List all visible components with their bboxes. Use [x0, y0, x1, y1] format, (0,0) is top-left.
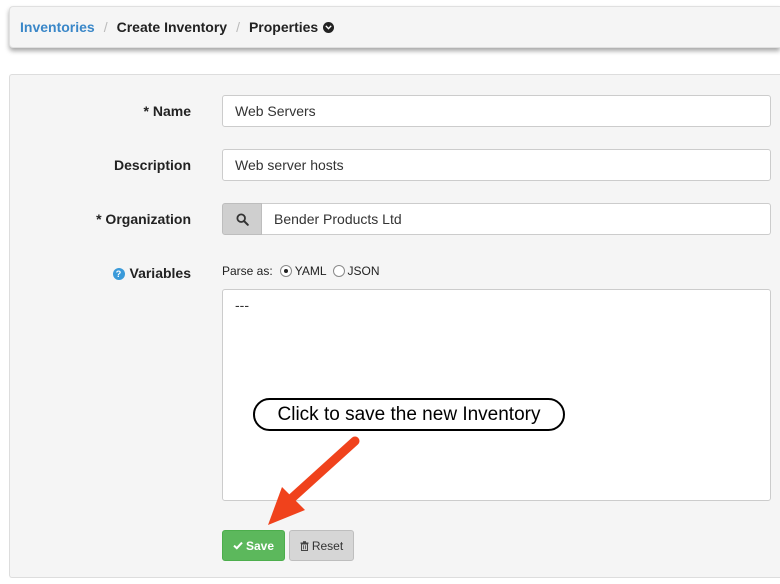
check-icon — [233, 541, 243, 550]
inventory-form: * Name Web Servers Description Web serve… — [9, 74, 780, 578]
breadcrumb-inventories-link[interactable]: Inventories — [20, 19, 95, 35]
breadcrumb: Inventories / Create Inventory / Propert… — [9, 6, 780, 48]
variables-textarea[interactable]: --- — [222, 289, 771, 501]
parse-as-group: Parse as: YAML JSON — [222, 264, 380, 278]
breadcrumb-separator: / — [236, 19, 240, 35]
breadcrumb-separator: / — [103, 19, 108, 35]
organization-lookup-button[interactable] — [222, 203, 262, 235]
search-icon — [235, 212, 249, 226]
yaml-radio[interactable] — [279, 265, 292, 277]
annotation-callout-text: Click to save the new Inventory — [277, 403, 541, 425]
variables-textarea-value: --- — [235, 297, 249, 313]
chevron-down-icon[interactable] — [323, 21, 335, 33]
name-input-value: Web Servers — [235, 103, 316, 119]
parse-as-label: Parse as: — [222, 264, 273, 278]
save-button[interactable]: Save — [222, 530, 285, 561]
name-input[interactable]: Web Servers — [222, 95, 771, 127]
save-button-label: Save — [245, 538, 275, 553]
description-label: Description — [113, 157, 191, 173]
page: Inventories / Create Inventory / Propert… — [0, 0, 780, 584]
yaml-radio-label[interactable]: YAML — [295, 264, 327, 278]
trash-icon — [300, 540, 309, 551]
breadcrumb-create-inventory: Create Inventory — [116, 19, 228, 35]
variables-label-group: ? Variables — [112, 265, 192, 281]
description-input[interactable]: Web server hosts — [222, 149, 771, 181]
json-radio-label[interactable]: JSON — [348, 264, 380, 278]
name-label: * Name — [143, 103, 191, 119]
variables-label: Variables — [129, 265, 192, 281]
json-radio[interactable] — [332, 265, 345, 277]
description-input-value: Web server hosts — [235, 157, 344, 173]
question-circle-icon[interactable]: ? — [112, 268, 125, 280]
organization-label: * Organization — [96, 211, 191, 227]
organization-field: Bender Products Ltd — [222, 203, 771, 235]
annotation-callout: Click to save the new Inventory — [253, 398, 565, 431]
organization-input[interactable]: Bender Products Ltd — [262, 203, 771, 235]
reset-button-label: Reset — [311, 538, 344, 553]
breadcrumb-properties[interactable]: Properties — [249, 19, 318, 35]
organization-input-value: Bender Products Ltd — [274, 211, 402, 227]
reset-button[interactable]: Reset — [289, 530, 354, 561]
